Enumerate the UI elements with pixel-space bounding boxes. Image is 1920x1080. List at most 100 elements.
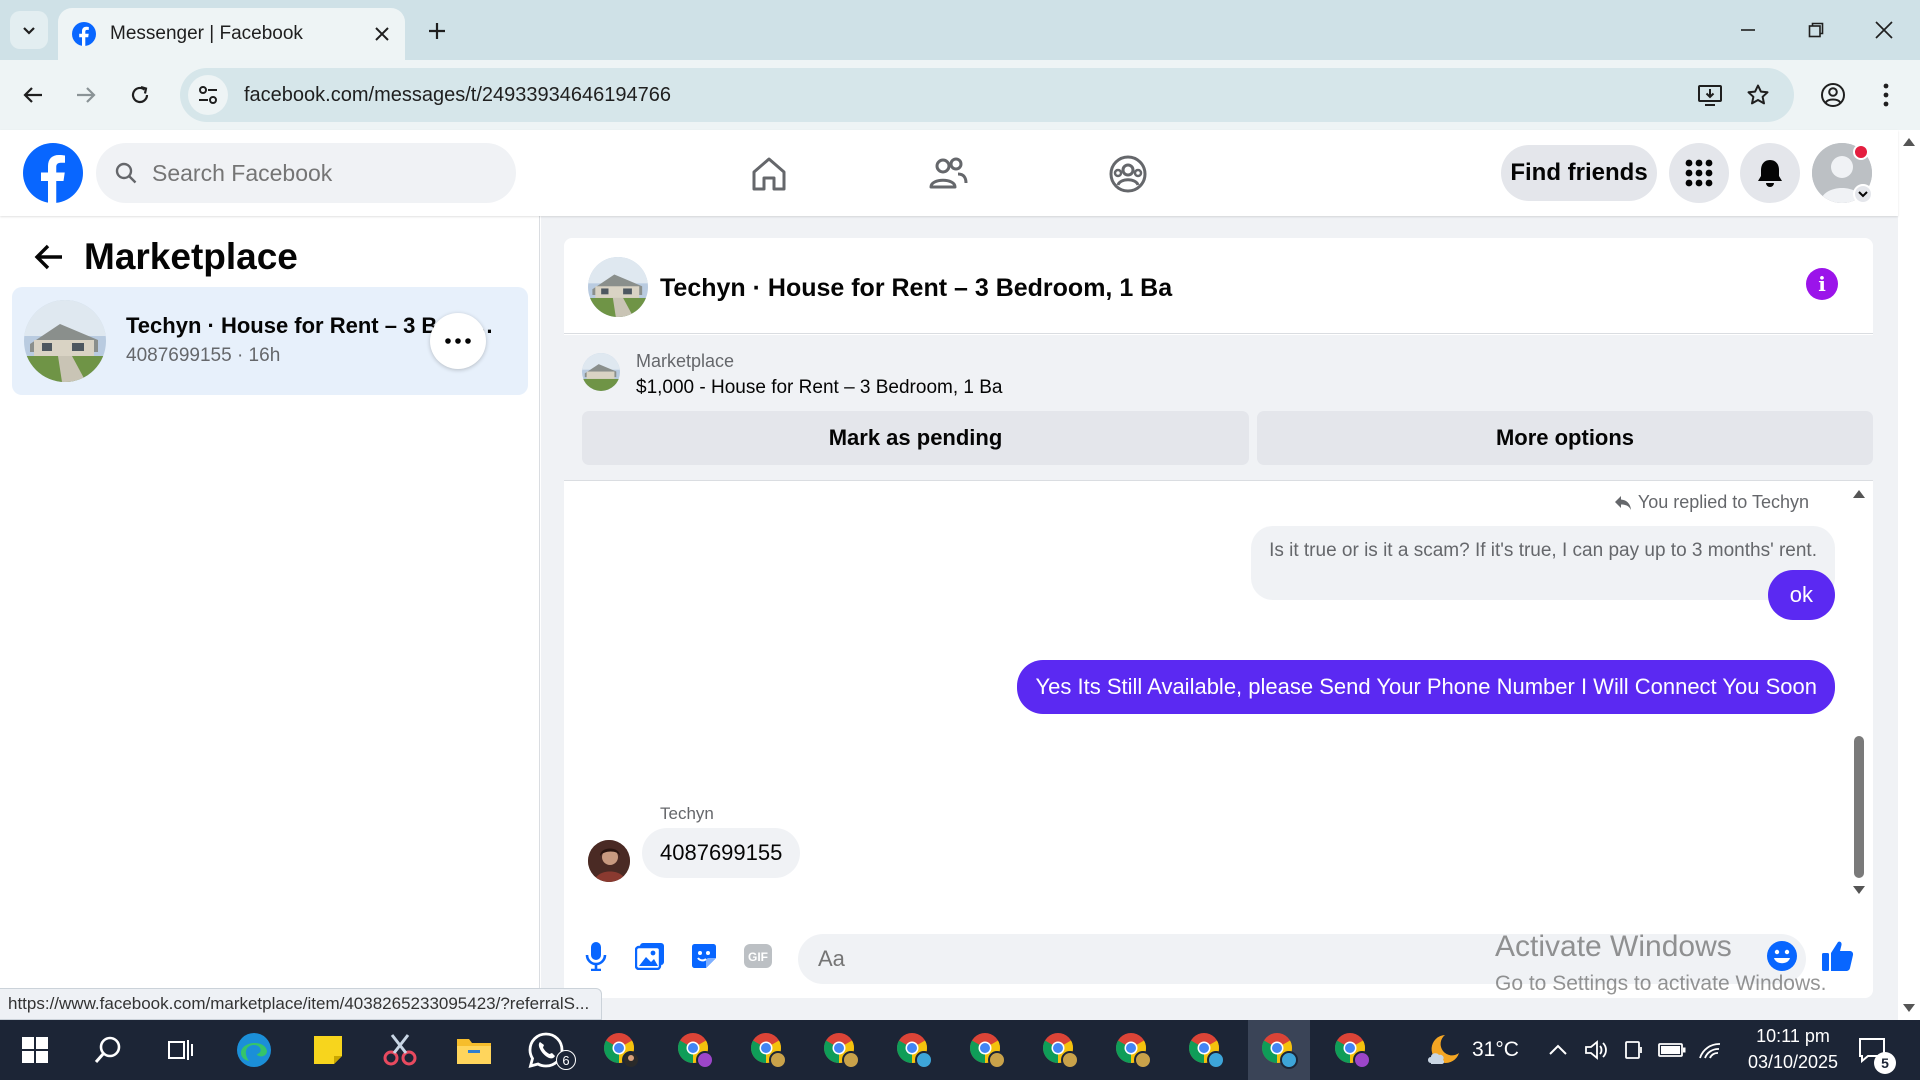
search-input[interactable] <box>152 159 472 187</box>
message-input[interactable] <box>798 934 1806 984</box>
reload-button[interactable] <box>118 73 162 117</box>
person-photo-icon <box>588 840 630 882</box>
tab-search-button[interactable] <box>10 11 48 49</box>
taskbar-chrome-window[interactable] <box>819 1028 863 1072</box>
taskbar-chrome-window[interactable] <box>1330 1028 1374 1072</box>
voice-clip-button[interactable] <box>578 938 614 974</box>
scroll-down-arrow-icon <box>1853 886 1865 894</box>
address-bar[interactable]: facebook.com/messages/t/2493393464619476… <box>180 68 1794 122</box>
taskbar-chrome-window[interactable] <box>673 1028 717 1072</box>
marketplace-label: Marketplace <box>636 351 735 371</box>
chat-header: Techyn · House for Rent – 3 Bedroom, 1 B… <box>564 238 1873 334</box>
taskbar-edge[interactable] <box>232 1028 276 1072</box>
bookmark-button[interactable] <box>1740 77 1776 113</box>
show-hidden-icons-button[interactable] <box>1542 1028 1574 1072</box>
home-icon <box>752 157 786 191</box>
nav-groups[interactable] <box>1093 144 1163 204</box>
forward-button[interactable] <box>64 73 108 117</box>
taskbar-search-button[interactable] <box>86 1028 130 1072</box>
facebook-logo[interactable] <box>23 143 83 203</box>
back-to-chats-button[interactable] <box>26 234 72 280</box>
send-like-button[interactable] <box>1820 938 1856 974</box>
sender-name: Techyn <box>660 804 714 823</box>
notification-count-badge: 5 <box>1874 1052 1896 1074</box>
clock-time[interactable]: 10:11 pm <box>1738 1026 1848 1047</box>
volume-button[interactable] <box>1580 1028 1612 1072</box>
nav-home[interactable] <box>734 144 804 204</box>
sticker-button[interactable] <box>686 938 722 974</box>
taskbar-chrome-window[interactable] <box>1111 1028 1155 1072</box>
quoted-message[interactable]: Is it true or is it a scam? If it's true… <box>1251 526 1835 600</box>
more-options-button[interactable]: More options <box>1257 411 1873 465</box>
wifi-button[interactable] <box>1694 1028 1726 1072</box>
emoji-button[interactable] <box>1764 938 1800 974</box>
close-window-button[interactable] <box>1854 8 1914 52</box>
chrome-profile-icon <box>603 1033 640 1069</box>
chat-title[interactable]: Techyn · House for Rent – 3 Bedroom, 1 B… <box>660 274 1172 303</box>
outgoing-message[interactable]: ok <box>1767 570 1835 620</box>
attach-photo-button[interactable] <box>632 938 668 974</box>
taskbar-chrome-window[interactable] <box>892 1028 936 1072</box>
taskbar-chrome-window[interactable] <box>746 1028 790 1072</box>
menu-button[interactable] <box>1669 143 1729 203</box>
incoming-message[interactable]: 4087699155 <box>642 828 801 878</box>
url-text[interactable]: facebook.com/messages/t/2493393464619476… <box>244 84 671 107</box>
tune-icon <box>199 86 217 104</box>
listing-title[interactable]: $1,000 - House for Rent – 3 Bedroom, 1 B… <box>636 377 1003 399</box>
taskbar-snipping-tool[interactable] <box>378 1028 422 1072</box>
battery-button[interactable] <box>1656 1028 1688 1072</box>
weather-temperature[interactable]: 31°C <box>1472 1038 1519 1062</box>
chrome-profile-icon <box>677 1033 714 1069</box>
device-icon <box>1625 1041 1642 1059</box>
minimize-button[interactable] <box>1718 8 1778 52</box>
account-menu-chevron[interactable] <box>1853 184 1873 204</box>
conversation-item[interactable]: Techyn · House for Rent – 3 Bedroom, 1 B… <box>12 287 528 395</box>
facebook-header: Find friends <box>0 130 1898 216</box>
site-info-button[interactable] <box>188 75 228 115</box>
sender-avatar[interactable] <box>588 840 630 882</box>
browser-tab-messenger[interactable]: Messenger | Facebook <box>58 8 405 60</box>
edge-browser-icon <box>237 1033 271 1067</box>
install-app-button[interactable] <box>1692 77 1728 113</box>
snipping-tool-icon <box>383 1034 417 1066</box>
sticky-notes-icon <box>314 1036 342 1064</box>
taskbar-chrome-window[interactable] <box>599 1028 643 1072</box>
conversation-info-button[interactable]: i <box>1806 268 1838 300</box>
back-button[interactable] <box>11 73 55 117</box>
close-tab-button[interactable] <box>367 19 397 49</box>
facebook-search-box[interactable] <box>96 143 516 203</box>
pen-device-button[interactable] <box>1618 1028 1650 1072</box>
scroll-up-arrow-icon <box>1853 490 1865 498</box>
page-scrollbar[interactable] <box>1898 130 1920 1020</box>
taskbar-chrome-window[interactable] <box>1038 1028 1082 1072</box>
find-friends-button[interactable]: Find friends <box>1501 145 1657 201</box>
nav-friends[interactable] <box>913 144 983 204</box>
taskbar-file-explorer[interactable] <box>452 1028 496 1072</box>
task-view-icon <box>168 1040 193 1060</box>
gif-button[interactable]: GIF <box>740 938 776 974</box>
weather-widget[interactable] <box>1422 1028 1466 1072</box>
taskbar-chrome-window-active[interactable] <box>1257 1028 1301 1072</box>
start-button[interactable] <box>13 1028 57 1072</box>
restore-button[interactable] <box>1786 8 1846 52</box>
new-tab-button[interactable] <box>420 14 454 48</box>
taskbar-chrome-window[interactable] <box>1184 1028 1228 1072</box>
chat-avatar[interactable] <box>588 257 648 317</box>
arrow-left-icon <box>34 244 62 270</box>
message-scrollbar[interactable] <box>1847 482 1871 902</box>
conversation-options-button[interactable] <box>430 313 486 369</box>
task-view-button[interactable] <box>158 1028 202 1072</box>
scroll-up-arrow-icon <box>1903 138 1915 146</box>
outgoing-message[interactable]: Yes Its Still Available, please Send You… <box>1017 660 1835 714</box>
mark-as-pending-button[interactable]: Mark as pending <box>582 411 1249 465</box>
windows-taskbar: 6 31°C 10:11 pm 03/10/2025 5 <box>0 1020 1920 1080</box>
scrollbar-thumb[interactable] <box>1854 736 1864 878</box>
listing-thumbnail[interactable] <box>582 353 620 391</box>
profile-button[interactable] <box>1811 73 1855 117</box>
browser-menu-button[interactable] <box>1864 73 1908 117</box>
taskbar-chrome-window[interactable] <box>965 1028 1009 1072</box>
message-composer: GIF Activate Windows Go to Settings to a… <box>564 920 1873 998</box>
notifications-button[interactable] <box>1740 143 1800 203</box>
taskbar-sticky-notes[interactable] <box>306 1028 350 1072</box>
clock-date[interactable]: 03/10/2025 <box>1738 1052 1848 1073</box>
